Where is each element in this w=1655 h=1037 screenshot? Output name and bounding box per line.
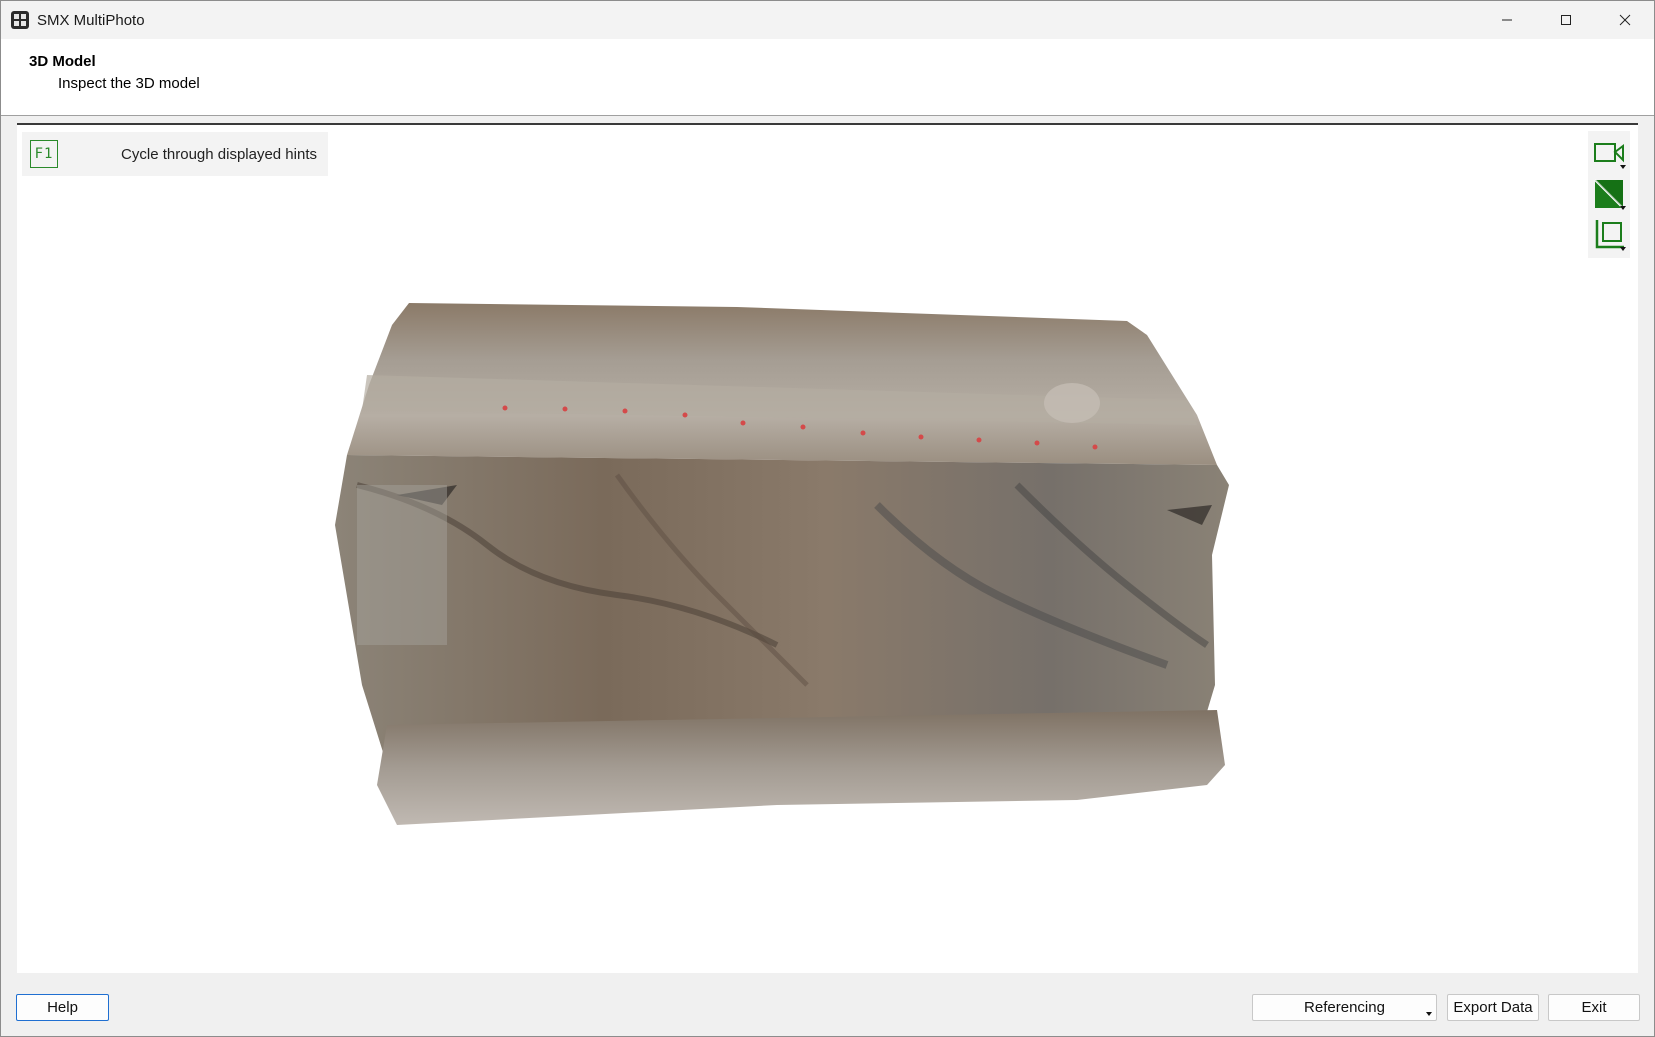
step-header: 3D Model Inspect the 3D model — [1, 39, 1654, 116]
help-button[interactable]: Help — [16, 994, 109, 1021]
3d-viewport[interactable]: F1 Cycle through displayed hints — [17, 123, 1638, 973]
title-bar: SMX MultiPhoto — [1, 1, 1654, 39]
app-icon — [11, 11, 29, 29]
f1-key-badge: F1 — [30, 140, 58, 168]
crop-icon[interactable] — [1590, 216, 1628, 254]
3d-model-render[interactable] — [17, 125, 1638, 973]
page-subtitle: Inspect the 3D model — [58, 75, 200, 92]
app-window: SMX MultiPhoto 3D Model Inspect the 3D m… — [0, 0, 1655, 1037]
view-toolbar — [1588, 131, 1630, 258]
minimize-icon[interactable] — [1477, 1, 1536, 39]
maximize-icon[interactable] — [1536, 1, 1595, 39]
texture-mode-icon[interactable] — [1590, 175, 1628, 213]
referencing-dropdown-button[interactable]: Referencing — [1252, 994, 1437, 1021]
camera-view-icon[interactable] — [1590, 134, 1628, 172]
chevron-down-icon — [1426, 1012, 1432, 1016]
export-data-button[interactable]: Export Data — [1447, 994, 1539, 1021]
page-title: 3D Model — [29, 53, 96, 70]
window-title: SMX MultiPhoto — [37, 11, 145, 29]
hint-box: F1 Cycle through displayed hints — [22, 132, 328, 176]
exit-button[interactable]: Exit — [1548, 994, 1640, 1021]
close-icon[interactable] — [1595, 1, 1654, 39]
referencing-label: Referencing — [1304, 999, 1385, 1016]
hint-text: Cycle through displayed hints — [121, 145, 317, 163]
